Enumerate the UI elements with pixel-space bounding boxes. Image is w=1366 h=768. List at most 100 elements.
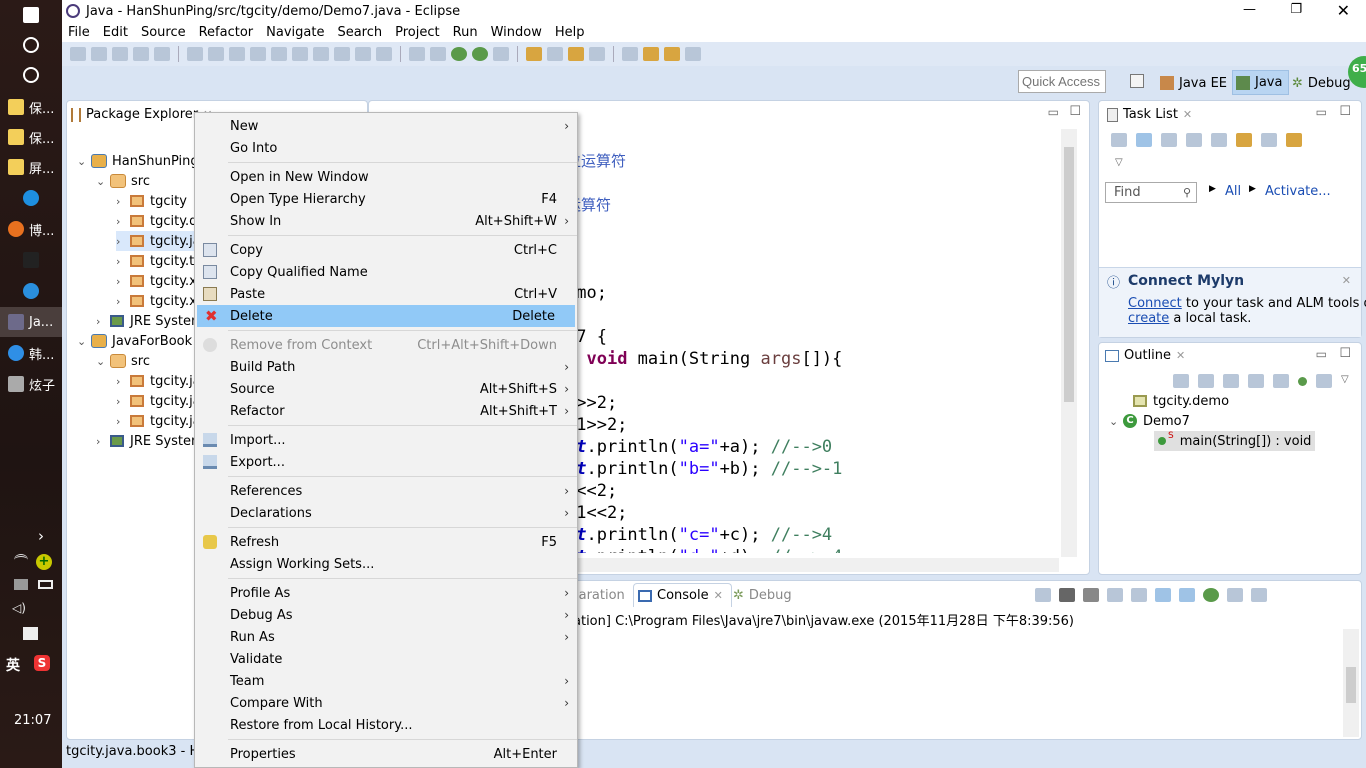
- menu-item-debug-as[interactable]: Debug As ›: [195, 604, 577, 626]
- tab-console[interactable]: Console ✕: [633, 583, 732, 607]
- tab-outline[interactable]: Outline ✕: [1105, 348, 1185, 363]
- expand-arrow-icon[interactable]: ›: [116, 395, 130, 408]
- run-icon[interactable]: [472, 47, 488, 61]
- clock[interactable]: 21:07: [14, 713, 51, 728]
- scheduled-icon[interactable]: [1161, 133, 1177, 147]
- maximize-icon[interactable]: ☐: [1339, 104, 1351, 119]
- menu-item-source[interactable]: Source Alt+Shift+S ›: [195, 378, 577, 400]
- menu-item-restore-from-local-history[interactable]: Restore from Local History...: [195, 714, 577, 736]
- find-task-input[interactable]: Find ⚲: [1105, 182, 1197, 203]
- tree-item[interactable]: › tgcity.ja: [116, 231, 201, 251]
- network-icon[interactable]: [14, 579, 28, 590]
- disconnect-icon[interactable]: [250, 47, 266, 61]
- all-link[interactable]: All: [1225, 184, 1241, 199]
- step-return-icon[interactable]: [313, 47, 329, 61]
- expand-arrow-icon[interactable]: ›: [96, 435, 110, 448]
- collapse-arrow-icon[interactable]: ⌄: [77, 155, 91, 168]
- maximize-icon[interactable]: ☐: [1339, 346, 1351, 361]
- minimize-button[interactable]: —: [1243, 2, 1256, 17]
- code-editor[interactable]: 位运算符运算符 emo; o7 {c void main(String args[]…: [566, 150, 1056, 553]
- connect-link[interactable]: Connect: [1128, 296, 1182, 311]
- collapse-arrow-icon[interactable]: ⌄: [96, 355, 110, 368]
- security-tray-icon[interactable]: +: [36, 554, 52, 570]
- tree-item[interactable]: ⌄ JavaForBook: [77, 331, 192, 351]
- menu-project[interactable]: Project: [395, 25, 439, 40]
- scrollbar-thumb[interactable]: [1346, 667, 1356, 703]
- outline-item-package[interactable]: tgcity.demo: [1133, 391, 1229, 411]
- expand-arrow-icon[interactable]: ›: [116, 275, 130, 288]
- hide-local-types-icon[interactable]: [1316, 374, 1332, 388]
- taskbar-item[interactable]: [0, 30, 62, 60]
- categorized-icon[interactable]: [1136, 133, 1152, 147]
- expand-arrow-icon[interactable]: ›: [116, 255, 130, 268]
- tree-item[interactable]: › tgcity.tu: [116, 251, 203, 271]
- drop-to-frame-icon[interactable]: [334, 47, 350, 61]
- expand-arrow-icon[interactable]: ›: [116, 215, 130, 228]
- taskbar-item[interactable]: [0, 0, 62, 30]
- activate-link[interactable]: Activate...: [1265, 184, 1331, 199]
- expand-arrow-icon[interactable]: ›: [116, 195, 130, 208]
- scroll-lock-icon[interactable]: [1131, 588, 1147, 602]
- taskbar-item[interactable]: 炫子: [0, 369, 62, 399]
- expand-arrow-icon[interactable]: ›: [116, 375, 130, 388]
- focus-icon[interactable]: [1186, 133, 1202, 147]
- scrollbar-thumb[interactable]: [1064, 147, 1074, 402]
- menu-item-export[interactable]: Export...: [195, 451, 577, 473]
- remove-all-icon[interactable]: [1083, 588, 1099, 602]
- perspective-java-ee[interactable]: Java EE: [1160, 72, 1227, 94]
- menu-item-copy-qualified-name[interactable]: Copy Qualified Name: [195, 261, 577, 283]
- menu-item-paste[interactable]: Paste Ctrl+V: [195, 283, 577, 305]
- menu-help[interactable]: Help: [555, 25, 585, 40]
- new-task-icon[interactable]: [1111, 133, 1127, 147]
- editor-vertical-scrollbar[interactable]: [1061, 129, 1077, 557]
- collapse-arrow-icon[interactable]: ⌄: [96, 175, 110, 188]
- save-all-icon[interactable]: [112, 47, 128, 61]
- tree-item[interactable]: › tgcity.xi: [116, 291, 200, 311]
- minimize-editor-icon[interactable]: ▭: [1048, 105, 1059, 119]
- menu-item-open-type-hierarchy[interactable]: Open Type Hierarchy F4: [195, 188, 577, 210]
- taskbar-item[interactable]: [0, 183, 62, 213]
- step-into-icon[interactable]: [271, 47, 287, 61]
- tree-item[interactable]: ⌄ src: [96, 171, 150, 191]
- synchronize-icon[interactable]: [1286, 133, 1302, 147]
- taskbar-item[interactable]: 博...: [0, 214, 62, 244]
- skip-breakpoints-icon[interactable]: [154, 47, 170, 61]
- expand-arrow-icon[interactable]: ›: [96, 315, 110, 328]
- tab-package-explorer[interactable]: Package Explorer✕: [71, 107, 212, 122]
- hide-fields-icon[interactable]: [1173, 374, 1189, 388]
- view-menu-icon[interactable]: ▽: [1341, 374, 1349, 388]
- menu-item-delete[interactable]: ✖ Delete Delete: [197, 305, 575, 327]
- expand-arrow-icon[interactable]: ›: [116, 235, 130, 248]
- tree-item[interactable]: ⌄ src: [96, 351, 150, 371]
- menu-item-properties[interactable]: Properties Alt+Enter: [195, 743, 577, 765]
- minimize-icon[interactable]: ▭: [1316, 105, 1327, 119]
- close-button[interactable]: ✕: [1337, 1, 1350, 20]
- menu-source[interactable]: Source: [141, 25, 186, 40]
- menu-refactor[interactable]: Refactor: [199, 25, 254, 40]
- taskbar-item[interactable]: 保...: [0, 122, 62, 152]
- close-tab-icon[interactable]: ✕: [1176, 349, 1185, 362]
- annotation-prev-icon[interactable]: [622, 47, 638, 61]
- run-coverage-icon[interactable]: [493, 47, 509, 61]
- menu-item-compare-with[interactable]: Compare With ›: [195, 692, 577, 714]
- menu-run[interactable]: Run: [453, 25, 478, 40]
- collapse-arrow-icon[interactable]: ⌄: [77, 335, 91, 348]
- wifi-icon[interactable]: [14, 554, 28, 566]
- perspective-java[interactable]: Java: [1232, 70, 1290, 95]
- search-icon[interactable]: [568, 47, 584, 61]
- menu-window[interactable]: Window: [491, 25, 542, 40]
- step-over-icon[interactable]: [292, 47, 308, 61]
- print-icon[interactable]: [133, 47, 149, 61]
- menu-navigate[interactable]: Navigate: [266, 25, 324, 40]
- show-stdout-icon[interactable]: [1155, 588, 1171, 602]
- save-icon[interactable]: [91, 47, 107, 61]
- taskbar-item[interactable]: 屏...: [0, 152, 62, 182]
- tree-item[interactable]: › tgcity.ja: [116, 411, 201, 431]
- open-task-icon[interactable]: [547, 47, 563, 61]
- suspend-icon[interactable]: [208, 47, 224, 61]
- hide-static-icon[interactable]: [1273, 374, 1289, 388]
- new-package-icon[interactable]: [409, 47, 425, 61]
- taskbar-item[interactable]: [0, 60, 62, 90]
- resume-icon[interactable]: [187, 47, 203, 61]
- close-tab-icon[interactable]: ✕: [714, 589, 723, 602]
